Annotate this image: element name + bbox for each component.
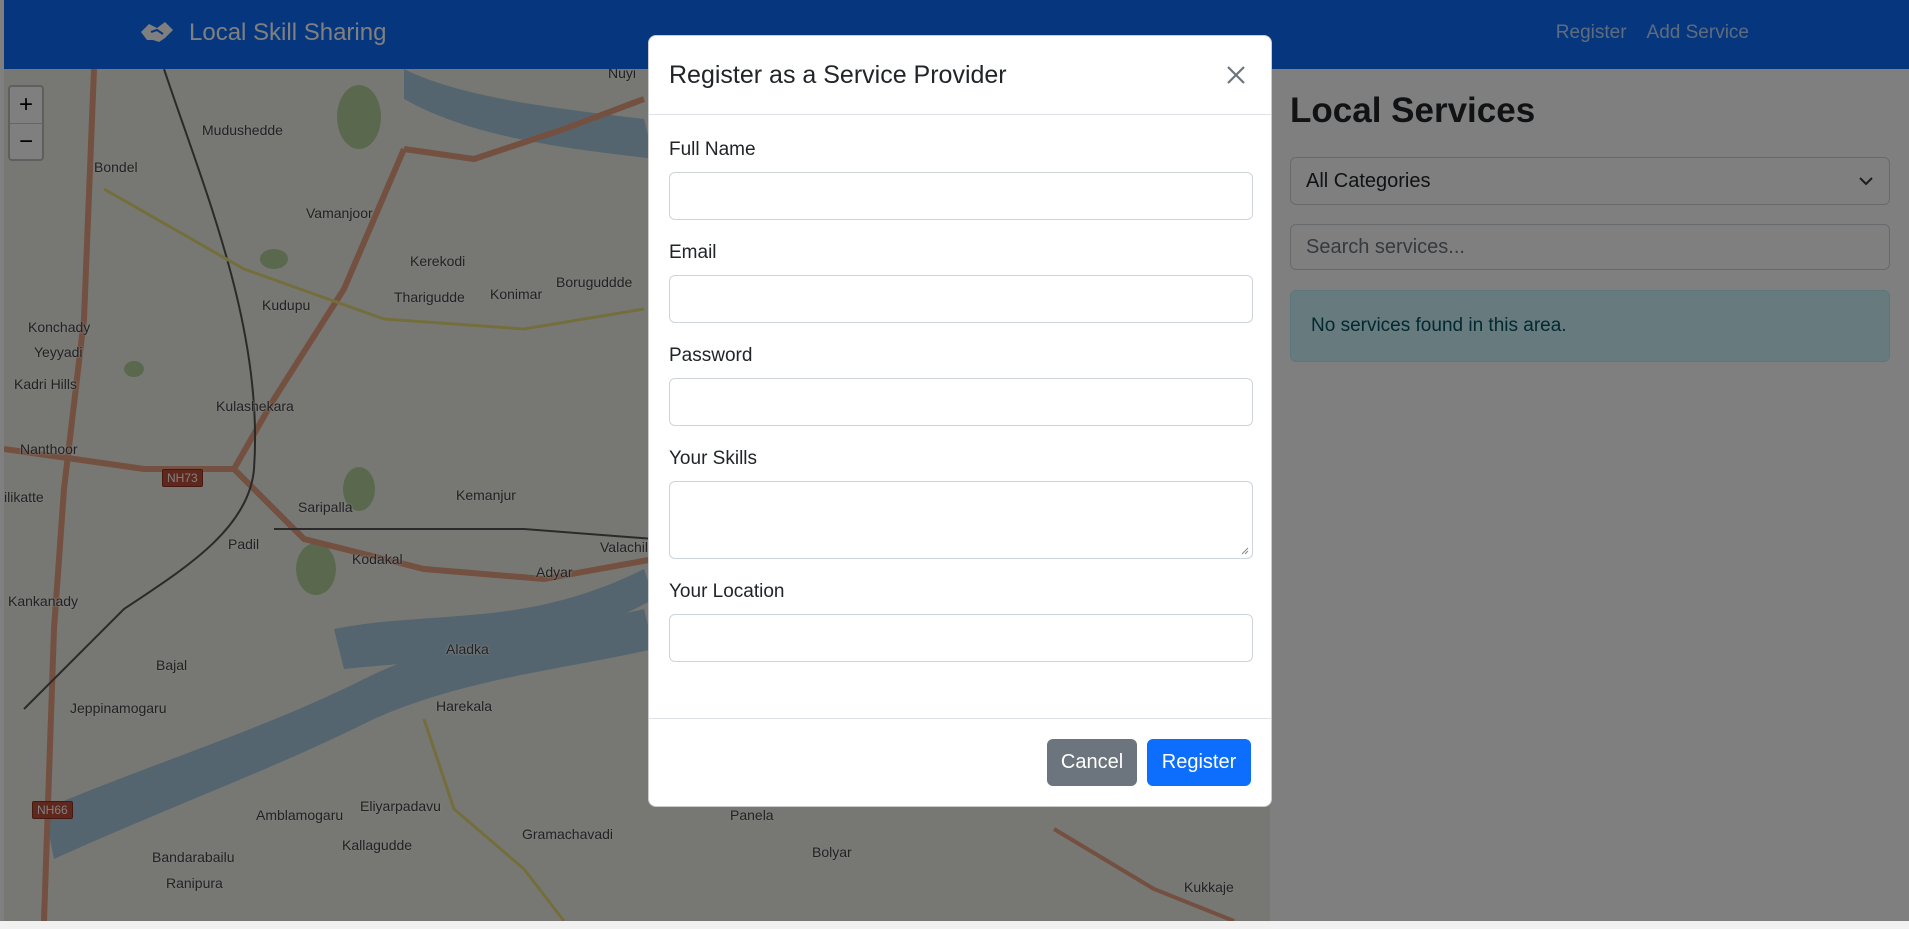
bottom-strip — [0, 921, 1909, 929]
modal-title: Register as a Service Provider — [669, 60, 1007, 89]
full-name-label: Full Name — [669, 139, 756, 160]
skills-label: Your Skills — [669, 448, 758, 469]
register-modal: Register as a Service Provider Full Name… — [648, 35, 1272, 807]
location-label: Your Location — [669, 581, 785, 602]
email-field: Email — [669, 242, 1253, 323]
cancel-button[interactable]: Cancel — [1047, 739, 1137, 786]
password-label: Password — [669, 345, 753, 366]
close-icon[interactable] — [1221, 60, 1251, 90]
modal-header: Register as a Service Provider — [649, 36, 1271, 115]
modal-body: Full Name Email Password Your Skills You… — [649, 115, 1271, 662]
password-input[interactable] — [669, 378, 1253, 426]
skills-field: Your Skills — [669, 448, 1253, 559]
page: Local Skill Sharing Register Add Service — [0, 0, 1909, 929]
resize-handle-icon[interactable] — [1241, 547, 1249, 555]
full-name-field: Full Name — [669, 139, 1253, 220]
modal-footer: Cancel Register — [649, 718, 1271, 806]
location-field: Your Location — [669, 581, 1253, 662]
location-input[interactable] — [669, 614, 1253, 662]
register-button[interactable]: Register — [1147, 739, 1251, 786]
email-input[interactable] — [669, 275, 1253, 323]
email-label: Email — [669, 242, 717, 263]
full-name-input[interactable] — [669, 172, 1253, 220]
password-field: Password — [669, 345, 1253, 426]
skills-textarea[interactable] — [669, 481, 1253, 559]
